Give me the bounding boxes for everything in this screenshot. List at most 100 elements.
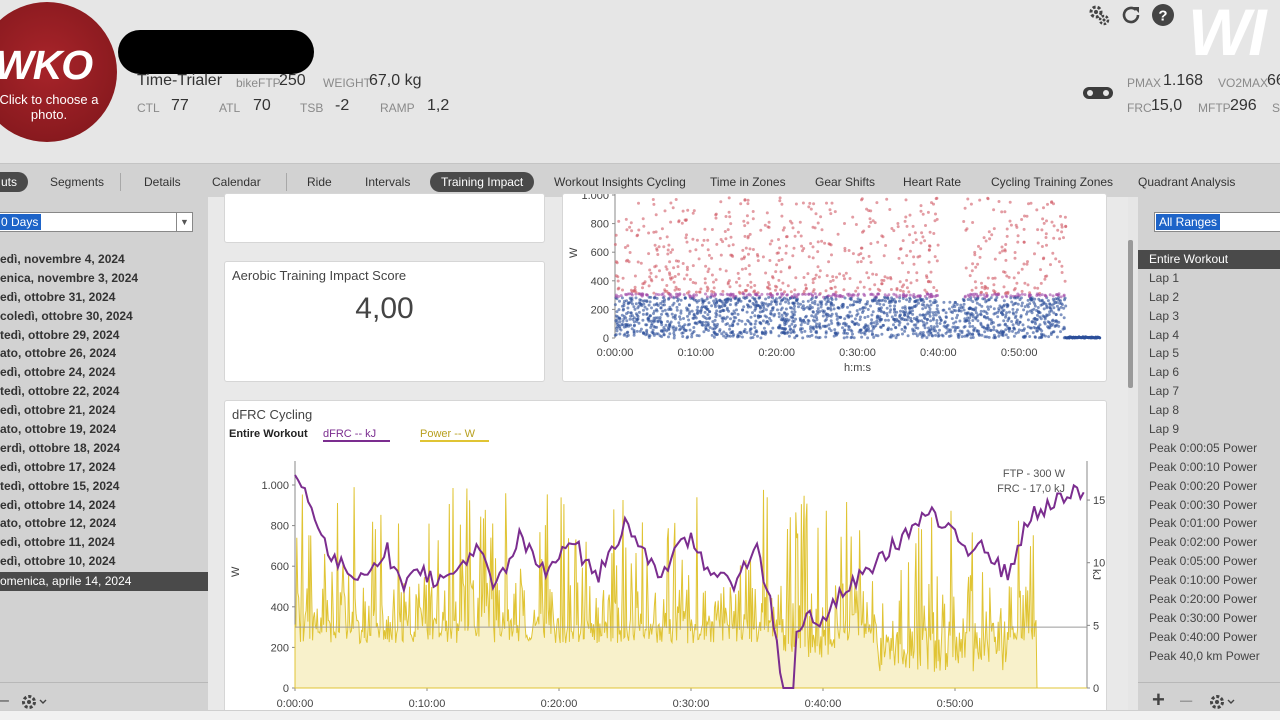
- range-list-item[interactable]: Peak 0:02:00 Power: [1138, 533, 1280, 552]
- tab-intervals[interactable]: Intervals: [354, 172, 421, 192]
- scatter-point: [771, 306, 775, 310]
- workout-list-item[interactable]: edì, ottobre 21, 2024: [0, 401, 208, 420]
- scatter-point: [781, 228, 785, 232]
- scatter-point: [706, 270, 710, 274]
- tab-quadrant-analysis[interactable]: Quadrant Analysis: [1127, 172, 1246, 192]
- range-list-item[interactable]: Lap 2: [1138, 288, 1280, 307]
- range-list-item[interactable]: Peak 0:00:30 Power: [1138, 496, 1280, 515]
- workout-list-item[interactable]: edì, ottobre 14, 2024: [0, 496, 208, 515]
- workout-list-item[interactable]: tedì, ottobre 29, 2024: [0, 326, 208, 345]
- scatter-point: [960, 335, 964, 339]
- tab-training-impact[interactable]: Training Impact: [430, 172, 535, 192]
- range-list-item[interactable]: Lap 3: [1138, 307, 1280, 326]
- help-icon[interactable]: ?: [1151, 3, 1175, 27]
- scatter-point: [979, 313, 983, 317]
- tab-cycling-training-zones[interactable]: Cycling Training Zones: [980, 172, 1124, 192]
- range-list-item[interactable]: Lap 8: [1138, 401, 1280, 420]
- workout-list-item[interactable]: enica, novembre 3, 2024: [0, 269, 208, 288]
- range-list-item[interactable]: Peak 40,0 km Power: [1138, 647, 1280, 666]
- scatter-point: [660, 329, 664, 333]
- scatter-point: [996, 323, 1000, 327]
- scatter-point: [687, 318, 691, 322]
- tab-workout-insights-cycling[interactable]: Workout Insights Cycling: [543, 172, 697, 192]
- scatter-point: [838, 272, 842, 276]
- settings-gear-icon[interactable]: [20, 693, 50, 711]
- workout-list-item[interactable]: edì, novembre 4, 2024: [0, 250, 208, 269]
- scatter-point: [874, 333, 878, 337]
- workout-list-item[interactable]: edì, ottobre 31, 2024: [0, 288, 208, 307]
- scatter-point: [898, 294, 902, 297]
- refresh-icon[interactable]: [1119, 3, 1143, 27]
- chevron-down-icon[interactable]: ▼: [176, 213, 192, 231]
- scatter-point: [1045, 243, 1048, 247]
- range-filter-select[interactable]: All Ranges: [1154, 212, 1280, 232]
- chainring-icon[interactable]: [1082, 84, 1114, 102]
- scatter-point: [723, 230, 727, 233]
- scatter-point: [905, 254, 909, 258]
- tab-gear-shifts[interactable]: Gear Shifts: [804, 172, 886, 192]
- range-list-item[interactable]: Peak 0:30:00 Power: [1138, 609, 1280, 628]
- settings-gear-icon[interactable]: [1087, 3, 1111, 27]
- date-range-select[interactable]: 0 Days ▼: [0, 212, 193, 232]
- scatter-point: [681, 262, 685, 265]
- scatter-point: [636, 260, 640, 264]
- tab-time-in-zones[interactable]: Time in Zones: [699, 172, 797, 192]
- workout-list-item[interactable]: ato, ottobre 19, 2024: [0, 420, 208, 439]
- scatter-point: [773, 312, 777, 316]
- range-list-item[interactable]: Peak 0:40:00 Power: [1138, 628, 1280, 647]
- tab-workouts[interactable]: uts: [0, 172, 29, 192]
- workout-list-item[interactable]: tedì, ottobre 22, 2024: [0, 382, 208, 401]
- scatter-point: [926, 210, 930, 214]
- scatter-point: [1042, 307, 1046, 311]
- workout-list-item[interactable]: edì, ottobre 17, 2024: [0, 458, 208, 477]
- workout-list-item[interactable]: edì, ottobre 10, 2024: [0, 552, 208, 571]
- chart-scrollbar[interactable]: [1128, 240, 1133, 388]
- scatter-point: [646, 317, 650, 321]
- range-list-item[interactable]: Lap 4: [1138, 326, 1280, 345]
- scatter-point: [1051, 322, 1055, 326]
- range-list-item[interactable]: Entire Workout: [1138, 250, 1280, 269]
- range-list-item[interactable]: Peak 0:00:05 Power: [1138, 439, 1280, 458]
- range-list-item[interactable]: Peak 0:01:00 Power: [1138, 514, 1280, 533]
- workout-list-item[interactable]: ato, ottobre 26, 2024: [0, 344, 208, 363]
- scatter-point: [949, 328, 953, 332]
- workout-list-item[interactable]: coledì, ottobre 30, 2024: [0, 307, 208, 326]
- range-list-item[interactable]: Lap 6: [1138, 363, 1280, 382]
- scatter-point: [962, 220, 966, 223]
- range-list-item[interactable]: Peak 0:05:00 Power: [1138, 552, 1280, 571]
- range-list-item[interactable]: Lap 7: [1138, 382, 1280, 401]
- scatter-point: [648, 300, 652, 304]
- tab-calendar[interactable]: Calendar: [201, 172, 272, 192]
- scatter-point: [932, 202, 935, 206]
- scatter-point: [1030, 320, 1034, 324]
- remove-icon[interactable]: –: [0, 692, 9, 710]
- range-list-item[interactable]: Lap 9: [1138, 420, 1280, 439]
- tab-details[interactable]: Details: [133, 172, 192, 192]
- workout-list-item[interactable]: edì, ottobre 24, 2024: [0, 363, 208, 382]
- scatter-point: [621, 288, 624, 292]
- scatter-point: [1025, 331, 1029, 335]
- workout-list-item[interactable]: erdì, ottobre 18, 2024: [0, 439, 208, 458]
- scatter-point: [874, 273, 878, 277]
- range-list-item[interactable]: Lap 5: [1138, 344, 1280, 363]
- workout-list-item[interactable]: tedì, ottobre 15, 2024: [0, 477, 208, 496]
- range-list-item[interactable]: Lap 1: [1138, 269, 1280, 288]
- workout-list-item-selected[interactable]: omenica, aprile 14, 2024: [0, 572, 208, 592]
- settings-gear-icon[interactable]: [1208, 693, 1238, 711]
- scatter-point: [1043, 317, 1047, 321]
- scatter-point: [844, 324, 848, 327]
- range-list-item[interactable]: Peak 0:10:00 Power: [1138, 571, 1280, 590]
- workout-list-item[interactable]: edì, ottobre 11, 2024: [0, 533, 208, 552]
- tab-ride[interactable]: Ride: [296, 172, 343, 192]
- tab-segments[interactable]: Segments: [39, 172, 115, 192]
- range-list-item[interactable]: Peak 0:00:20 Power: [1138, 477, 1280, 496]
- tab-heart-rate[interactable]: Heart Rate: [892, 172, 972, 192]
- athlete-photo-button[interactable]: WKO Click to choose a photo.: [0, 2, 117, 142]
- range-list-item[interactable]: Peak 0:00:10 Power: [1138, 458, 1280, 477]
- scatter-point: [793, 304, 796, 308]
- scatter-point: [740, 335, 744, 339]
- scatter-point: [916, 294, 920, 298]
- range-list-item[interactable]: Peak 0:20:00 Power: [1138, 590, 1280, 609]
- scatter-point: [715, 309, 719, 313]
- workout-list-item[interactable]: ato, ottobre 12, 2024: [0, 514, 208, 533]
